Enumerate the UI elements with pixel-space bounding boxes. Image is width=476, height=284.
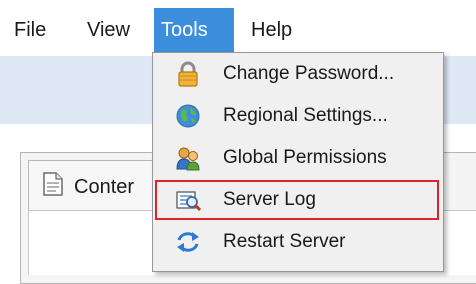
menu-item-regional-settings[interactable]: Regional Settings... <box>153 99 443 135</box>
menu-bar: File View Tools Help <box>0 0 476 56</box>
menu-item-global-permissions[interactable]: Global Permissions <box>153 141 443 177</box>
menu-tools[interactable]: Tools <box>154 8 234 52</box>
regional-settings-label: Regional Settings... <box>223 105 388 126</box>
global-permissions-label: Global Permissions <box>223 147 387 168</box>
restart-server-label: Restart Server <box>223 231 346 252</box>
globe-icon <box>176 104 200 128</box>
change-password-label: Change Password... <box>223 63 395 84</box>
tools-dropdown-menu: Change Password... Regional Settings... … <box>152 52 444 272</box>
menu-help[interactable]: Help <box>244 8 299 52</box>
menu-item-change-password[interactable]: Change Password... <box>153 57 443 93</box>
tab-content-label: Conter <box>74 176 135 198</box>
document-icon <box>43 172 63 196</box>
menu-view[interactable]: View <box>80 8 137 52</box>
users-icon <box>176 147 200 171</box>
menu-file[interactable]: File <box>7 8 53 52</box>
server-log-highlight-box <box>155 180 439 220</box>
refresh-icon <box>177 232 199 252</box>
menu-item-restart-server[interactable]: Restart Server <box>153 225 443 261</box>
lock-icon <box>178 61 198 87</box>
